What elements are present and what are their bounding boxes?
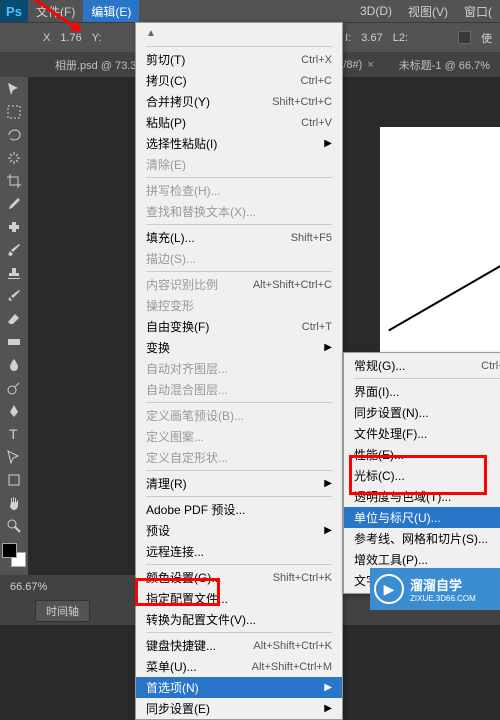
pref-cursors[interactable]: 光标(C)...: [344, 465, 500, 486]
scroll-up-arrow[interactable]: ▲: [136, 23, 342, 44]
menu-color-settings[interactable]: 颜色设置(G)...Shift+Ctrl+K: [136, 567, 342, 588]
menu-assign-profile[interactable]: 指定配置文件...: [136, 588, 342, 609]
menu-purge[interactable]: 清理(R)▶: [136, 473, 342, 494]
pref-transparency[interactable]: 透明度与色域(T)...: [344, 486, 500, 507]
menu-sync-settings[interactable]: 同步设置(E)▶: [136, 698, 342, 719]
foreground-color[interactable]: [2, 543, 17, 558]
option-w-value: 3.67: [361, 32, 382, 44]
pref-file-handling[interactable]: 文件处理(F)...: [344, 423, 500, 444]
watermark: ▶ 溜溜自学 ZIXUE.3D66.COM: [370, 568, 500, 610]
menu-menus[interactable]: 菜单(U)...Alt+Shift+Ctrl+M: [136, 656, 342, 677]
menu-preferences[interactable]: 首选项(N)▶: [136, 677, 342, 698]
pref-plugins[interactable]: 增效工具(P)...: [344, 549, 500, 570]
brush-tool[interactable]: [2, 239, 26, 261]
document-canvas[interactable]: [380, 127, 500, 377]
menu-puppet-warp: 操控变形: [136, 295, 342, 316]
menu-presets[interactable]: 预设▶: [136, 520, 342, 541]
pref-units[interactable]: 单位与标尺(U)...: [344, 507, 500, 528]
pref-performance[interactable]: 性能(E)...: [344, 444, 500, 465]
watermark-url: ZIXUE.3D66.COM: [410, 594, 476, 603]
menu-content-aware-scale: 内容识别比例Alt+Shift+Ctrl+C: [136, 274, 342, 295]
dodge-tool[interactable]: [2, 377, 26, 399]
eyedropper-tool[interactable]: [2, 193, 26, 215]
path-select-tool[interactable]: [2, 446, 26, 468]
option-l2-label: L2:: [393, 32, 408, 44]
hand-tool[interactable]: [2, 492, 26, 514]
tool-palette: T: [0, 77, 28, 575]
tab-3[interactable]: 未标题-1 @ 66.7%: [389, 52, 500, 77]
gradient-tool[interactable]: [2, 331, 26, 353]
menu-find-replace: 查找和替换文本(X)...: [136, 201, 342, 222]
menu-3d[interactable]: 3D(D): [352, 0, 400, 22]
pref-guides[interactable]: 参考线、网格和切片(S)...: [344, 528, 500, 549]
menu-free-transform[interactable]: 自由变换(F)Ctrl+T: [136, 316, 342, 337]
menu-copy-merged[interactable]: 合并拷贝(Y)Shift+Ctrl+C: [136, 91, 342, 112]
top-menu-bar: Ps 文件(F) 编辑(E) 3D(D) 视图(V) 窗口(: [0, 0, 500, 22]
move-tool[interactable]: [2, 78, 26, 100]
eraser-tool[interactable]: [2, 308, 26, 330]
ps-logo: Ps: [0, 0, 28, 22]
menu-auto-blend: 自动混合图层...: [136, 379, 342, 400]
menu-paste[interactable]: 粘贴(P)Ctrl+V: [136, 112, 342, 133]
menu-shortcuts[interactable]: 键盘快捷键...Alt+Shift+Ctrl+K: [136, 635, 342, 656]
close-icon[interactable]: ×: [367, 59, 373, 71]
zoom-level[interactable]: 66.67%: [10, 581, 47, 593]
svg-text:T: T: [9, 426, 18, 442]
crop-tool[interactable]: [2, 170, 26, 192]
menu-window[interactable]: 窗口(: [456, 0, 500, 22]
menu-clear: 清除(E): [136, 154, 342, 175]
menu-paste-special[interactable]: 选择性粘贴(I)▶: [136, 133, 342, 154]
pref-general[interactable]: 常规(G)...Ctrl+K: [344, 355, 500, 376]
menu-stroke: 描边(S)...: [136, 248, 342, 269]
menu-auto-align: 自动对齐图层...: [136, 358, 342, 379]
menu-copy[interactable]: 拷贝(C)Ctrl+C: [136, 70, 342, 91]
preferences-submenu: 常规(G)...Ctrl+K 界面(I)... 同步设置(N)... 文件处理(…: [343, 352, 500, 594]
menu-cut[interactable]: 剪切(T)Ctrl+X: [136, 49, 342, 70]
pen-tool[interactable]: [2, 400, 26, 422]
menu-fill[interactable]: 填充(L)...Shift+F5: [136, 227, 342, 248]
wand-tool[interactable]: [2, 147, 26, 169]
type-tool[interactable]: T: [2, 423, 26, 445]
menu-define-shape: 定义自定形状...: [136, 447, 342, 468]
menu-define-brush: 定义画笔预设(B)...: [136, 405, 342, 426]
stamp-tool[interactable]: [2, 262, 26, 284]
option-y-label: Y:: [92, 32, 102, 44]
menu-view[interactable]: 视图(V): [400, 0, 456, 22]
use-checkbox[interactable]: [458, 31, 471, 44]
timeline-tab[interactable]: 时间轴: [35, 600, 90, 622]
watermark-title: 溜溜自学: [410, 575, 476, 594]
edit-dropdown: ▲ 剪切(T)Ctrl+X 拷贝(C)Ctrl+C 合并拷贝(Y)Shift+C…: [135, 22, 343, 720]
menu-convert-profile[interactable]: 转换为配置文件(V)...: [136, 609, 342, 630]
color-swatches[interactable]: [2, 543, 26, 567]
lasso-tool[interactable]: [2, 124, 26, 146]
play-icon: ▶: [374, 574, 404, 604]
menu-file[interactable]: 文件(F): [28, 0, 83, 22]
blur-tool[interactable]: [2, 354, 26, 376]
heal-tool[interactable]: [2, 216, 26, 238]
menu-spell: 拼写检查(H)...: [136, 180, 342, 201]
menu-edit[interactable]: 编辑(E): [83, 0, 139, 22]
marquee-tool[interactable]: [2, 101, 26, 123]
menu-remote[interactable]: 远程连接...: [136, 541, 342, 562]
pref-sync[interactable]: 同步设置(N)...: [344, 402, 500, 423]
use-label: 使: [481, 30, 492, 46]
menu-transform[interactable]: 变换▶: [136, 337, 342, 358]
history-brush-tool[interactable]: [2, 285, 26, 307]
zoom-tool[interactable]: [2, 515, 26, 537]
menu-define-pattern: 定义图案...: [136, 426, 342, 447]
shape-tool[interactable]: [2, 469, 26, 491]
pref-interface[interactable]: 界面(I)...: [344, 381, 500, 402]
menu-adobe-pdf[interactable]: Adobe PDF 预设...: [136, 499, 342, 520]
